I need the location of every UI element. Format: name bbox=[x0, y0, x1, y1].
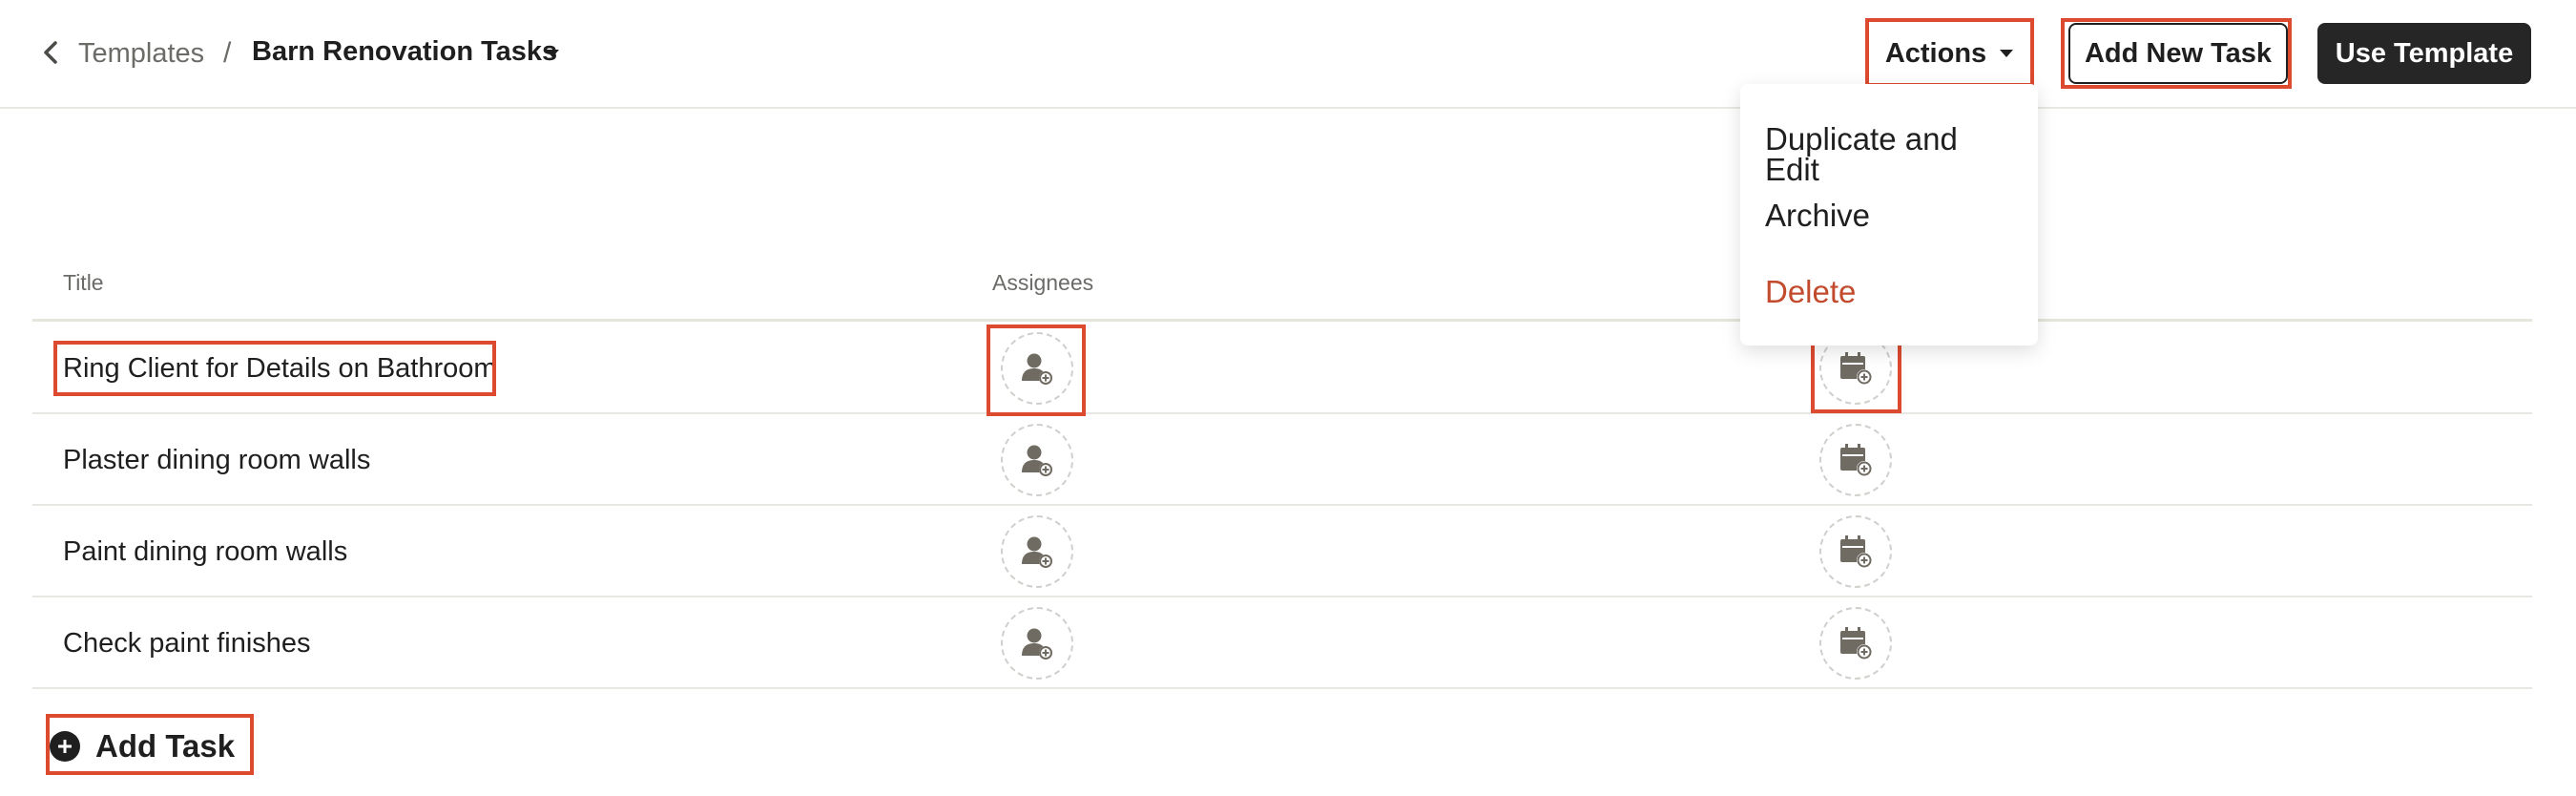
calendar-plus-icon bbox=[1840, 627, 1872, 660]
menu-item-archive[interactable]: Archive bbox=[1740, 187, 2038, 263]
add-user-icon bbox=[1022, 445, 1052, 476]
highlight-first-assignee bbox=[987, 325, 1086, 416]
column-header-assignees: Assignees bbox=[992, 270, 1094, 295]
menu-item-delete[interactable]: Delete bbox=[1740, 263, 2038, 340]
add-assignee-button[interactable] bbox=[1001, 515, 1073, 588]
add-date-button[interactable] bbox=[1819, 424, 1892, 496]
calendar-plus-icon bbox=[1840, 535, 1872, 568]
breadcrumb-templates-link[interactable]: Templates bbox=[78, 34, 204, 73]
highlight-first-task-title bbox=[53, 341, 496, 396]
row-divider bbox=[32, 596, 2532, 597]
highlight-add-task bbox=[46, 714, 254, 775]
column-header-title: Title bbox=[63, 270, 104, 295]
breadcrumb-separator: / bbox=[223, 37, 232, 69]
row-divider bbox=[32, 687, 2532, 689]
calendar-plus-icon bbox=[1840, 444, 1872, 476]
task-title[interactable]: Check paint finishes bbox=[63, 624, 311, 662]
actions-menu: Duplicate and Edit Archive Delete bbox=[1740, 84, 2038, 346]
add-user-icon bbox=[1022, 536, 1052, 568]
use-template-button[interactable]: Use Template bbox=[2317, 23, 2531, 84]
task-title[interactable]: Paint dining room walls bbox=[63, 533, 347, 571]
task-title[interactable]: Plaster dining room walls bbox=[63, 441, 370, 479]
page-title: Barn Renovation Tasks bbox=[252, 36, 558, 67]
add-assignee-button[interactable] bbox=[1001, 607, 1073, 680]
row-divider bbox=[32, 504, 2532, 506]
menu-item-duplicate-and-edit[interactable]: Duplicate and Edit bbox=[1740, 111, 2038, 187]
add-date-button[interactable] bbox=[1819, 515, 1892, 588]
add-date-button[interactable] bbox=[1819, 607, 1892, 680]
title-dropdown-caret-icon[interactable] bbox=[542, 44, 563, 63]
add-assignee-button[interactable] bbox=[1001, 424, 1073, 496]
highlight-add-new-task bbox=[2061, 18, 2292, 89]
add-user-icon bbox=[1022, 628, 1052, 660]
highlight-actions bbox=[1865, 18, 2034, 87]
back-chevron-icon[interactable] bbox=[36, 36, 65, 69]
header-divider bbox=[32, 319, 2532, 322]
row-divider bbox=[32, 412, 2532, 414]
